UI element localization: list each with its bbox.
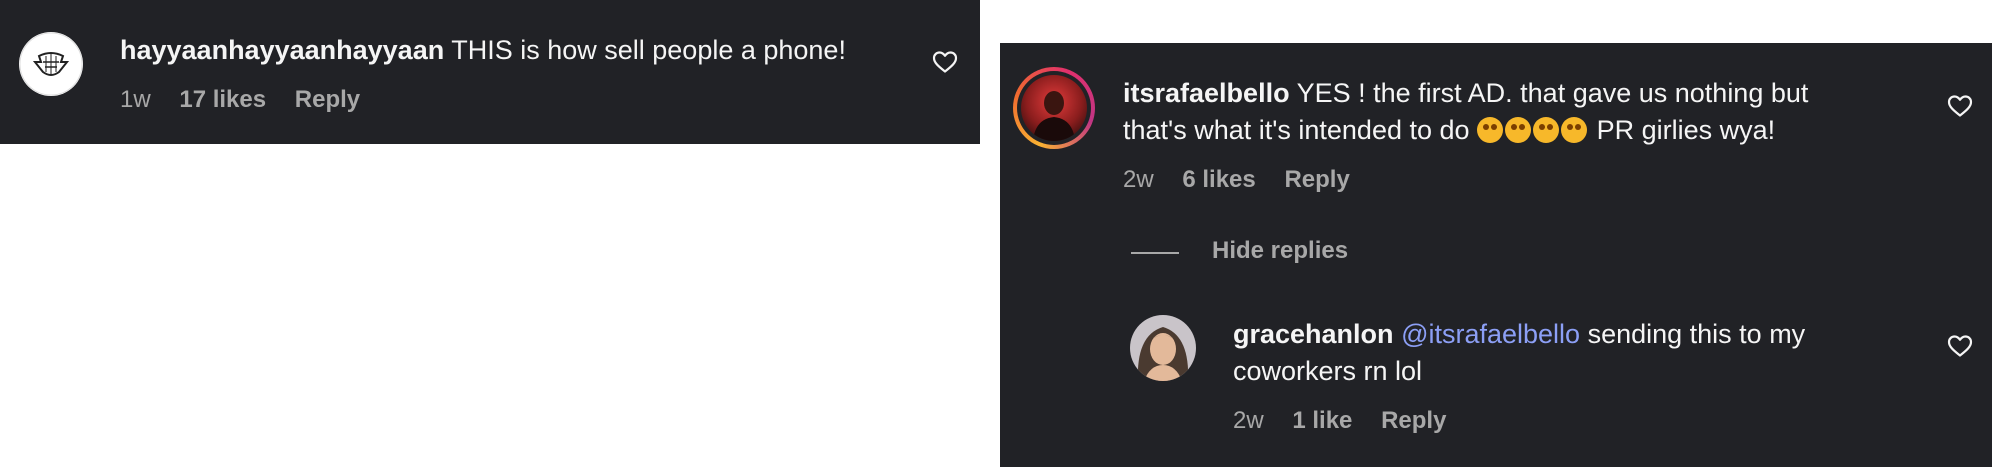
like-heart-icon[interactable] <box>1947 334 1973 358</box>
comment-likes[interactable]: 17 likes <box>179 86 266 113</box>
replies-divider <box>1131 252 1179 254</box>
profile-photo <box>1130 315 1196 381</box>
comment-username[interactable]: hayyaanhayyaanhayyaan <box>120 35 444 65</box>
reply-button[interactable]: Reply <box>1381 407 1446 434</box>
logo-icon <box>19 32 83 96</box>
avatar-hayyaanhayyaanhayyaan[interactable] <box>19 32 83 96</box>
comment-likes[interactable]: 6 likes <box>1182 166 1255 193</box>
comment-meta: 2w 6 likes Reply <box>1123 165 1372 195</box>
star-struck-emoji-icon <box>1477 115 1597 145</box>
comment-text-line2: coworkers rn lol <box>1233 356 1423 386</box>
comment-time: 1w <box>120 86 151 113</box>
comment-username[interactable]: itsrafaelbello <box>1123 78 1290 108</box>
comment-text-line1: YES ! the first AD. that gave us nothing… <box>1296 78 1809 108</box>
comment-text-line1: sending this to my <box>1587 319 1806 349</box>
comment-body: itsrafaelbello YES ! the first AD. that … <box>1123 75 1943 149</box>
profile-photo <box>1021 75 1087 141</box>
avatar-itsrafaelbello[interactable] <box>1013 67 1095 149</box>
star-struck-emoji-icon <box>1561 117 1588 143</box>
comment-text-line2-end: PR girlies wya! <box>1596 115 1776 145</box>
comment-panel-left <box>0 0 980 144</box>
comment-meta: 1w 17 likes Reply <box>120 85 382 115</box>
star-struck-emoji-icon <box>1505 117 1532 143</box>
mention-link[interactable]: @itsrafaelbello <box>1401 319 1580 349</box>
hide-replies-button[interactable]: Hide replies <box>1212 236 1348 266</box>
comment-time: 2w <box>1123 166 1154 193</box>
like-heart-icon[interactable] <box>1947 94 1973 118</box>
star-struck-emoji-icon <box>1477 117 1504 143</box>
reply-body: gracehanlon @itsrafaelbello sending this… <box>1233 316 1933 390</box>
comment-body: hayyaanhayyaanhayyaan THIS is how sell p… <box>120 32 920 69</box>
comment-meta: 2w 1 like Reply <box>1233 406 1468 436</box>
avatar-gracehanlon[interactable] <box>1130 315 1196 381</box>
reply-button[interactable]: Reply <box>1284 166 1349 193</box>
comment-time: 2w <box>1233 407 1264 434</box>
comment-text-line2: that's what it's intended to do <box>1123 115 1470 145</box>
like-heart-icon[interactable] <box>932 50 958 74</box>
comment-likes[interactable]: 1 like <box>1292 407 1352 434</box>
star-struck-emoji-icon <box>1533 117 1560 143</box>
comment-username[interactable]: gracehanlon <box>1233 319 1394 349</box>
comment-text: THIS is how sell people a phone! <box>451 35 846 65</box>
reply-button[interactable]: Reply <box>295 86 360 113</box>
